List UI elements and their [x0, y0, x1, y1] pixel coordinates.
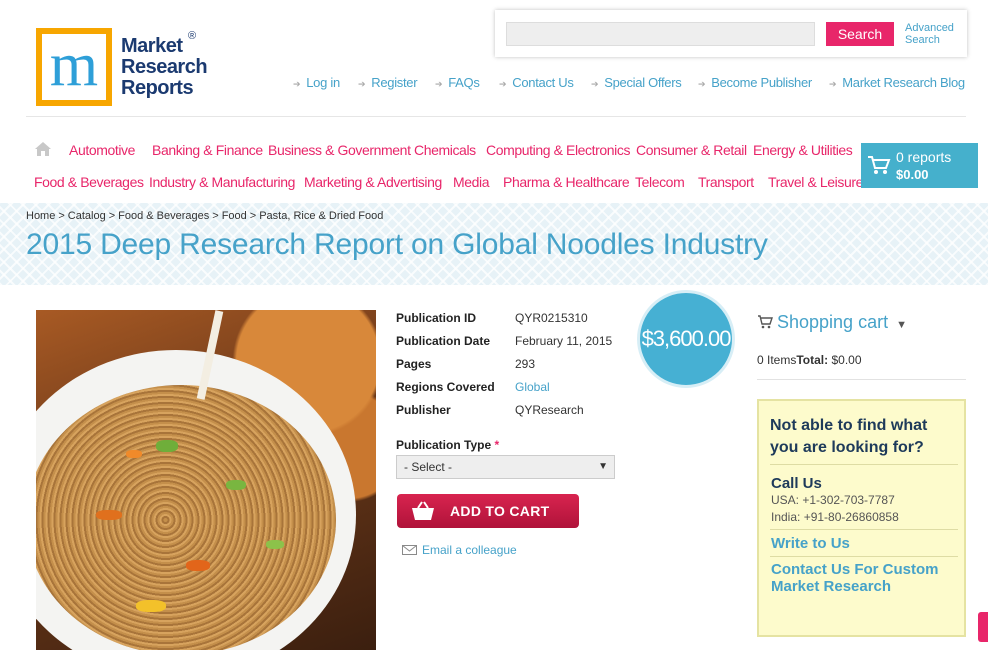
usa-phone: USA: +1-302-703-7787: [771, 493, 895, 507]
search-button[interactable]: Search: [826, 22, 894, 46]
dropdown-arrow-icon: ▼: [598, 461, 608, 472]
cart-total: $0.00: [896, 167, 929, 182]
registered-mark: ®: [188, 30, 197, 42]
divider: [770, 464, 958, 465]
price-badge: $3,600.00: [637, 290, 735, 388]
arrow-icon: ➔: [293, 79, 301, 89]
search-panel: Search Advanced Search: [495, 10, 967, 57]
help-question: Not able to find what you are looking fo…: [770, 417, 928, 456]
help-box: Not able to find what you are looking fo…: [757, 399, 966, 637]
breadcrumb: Home > Catalog > Food & Beverages > Food > Pasta…: [26, 210, 386, 222]
top-nav: ➔ Log in ➔ Register ➔ FAQs ➔ Contact Us ➔ Spe…: [0, 75, 988, 91]
shopping-cart-heading[interactable]: Shopping cart ▼: [757, 312, 907, 333]
pages-value: 293: [515, 357, 536, 371]
chevron-down-icon[interactable]: ▼: [896, 319, 907, 331]
breadcrumb-catalog[interactable]: Catalog: [68, 210, 106, 222]
envelope-icon: [402, 545, 417, 555]
divider: [770, 529, 958, 530]
arrow-icon: ➔: [698, 79, 706, 89]
category-pharma-healthcare[interactable]: Pharma & Healthcare: [503, 174, 630, 190]
india-phone: India: +91-80-26860858: [771, 510, 899, 524]
register-link[interactable]: ➔ Register: [358, 75, 418, 90]
blog-link[interactable]: ➔ Market Research Blog: [829, 75, 965, 90]
category-chemicals[interactable]: Chemicals: [414, 142, 476, 158]
email-colleague-link[interactable]: Email a colleague: [402, 543, 517, 557]
publication-id-label: Publication ID: [396, 311, 477, 325]
breadcrumb-separator: >: [249, 210, 257, 222]
page-title: 2015 Deep Research Report on Global Nood…: [26, 228, 768, 261]
shopping-cart-summary: 0 ItemsTotal: $0.00: [757, 353, 862, 367]
login-link[interactable]: ➔ Log in: [293, 75, 340, 90]
cart-icon: [758, 315, 773, 329]
special-offers-link[interactable]: ➔ Special Offers: [591, 75, 682, 90]
site-logo[interactable]: m Market Research Reports ®: [36, 28, 211, 108]
category-telecom[interactable]: Telecom: [635, 174, 685, 190]
regions-link[interactable]: Global: [515, 380, 550, 394]
arrow-icon: ➔: [435, 79, 443, 89]
add-to-cart-button[interactable]: ADD TO CART: [397, 494, 579, 528]
breadcrumb-pasta-rice[interactable]: Pasta, Rice & Dried Food: [259, 210, 383, 222]
arrow-icon: ➔: [829, 79, 837, 89]
custom-research-link[interactable]: Contact Us For Custom Market Research: [771, 561, 956, 595]
category-travel-leisure[interactable]: Travel & Leisure: [768, 174, 863, 190]
publication-type-label: Publication Type *: [396, 438, 500, 452]
home-icon[interactable]: [34, 141, 52, 157]
publication-date-label: Publication Date: [396, 334, 491, 348]
category-banking-finance[interactable]: Banking & Finance: [152, 142, 263, 158]
header-cart[interactable]: 0 reports $0.00: [861, 143, 978, 188]
logo-mark: m: [36, 28, 112, 106]
category-marketing-advertising[interactable]: Marketing & Advertising: [304, 174, 442, 190]
write-to-us-link[interactable]: Write to Us: [771, 535, 850, 552]
divider: [770, 556, 958, 557]
basket-icon: [412, 501, 434, 520]
category-transport[interactable]: Transport: [698, 174, 754, 190]
breadcrumb-separator: >: [108, 210, 116, 222]
cart-count: 0 reports: [896, 149, 952, 165]
category-business-government[interactable]: Business & Government: [268, 142, 411, 158]
publisher-value: QYResearch: [515, 403, 584, 417]
breadcrumb-home[interactable]: Home: [26, 210, 55, 222]
divider: [26, 116, 966, 117]
category-industry-manufacturing[interactable]: Industry & Manufacturing: [149, 174, 295, 190]
divider: [757, 379, 966, 380]
publication-date-value: February 11, 2015: [515, 334, 613, 348]
cart-icon: [868, 156, 891, 174]
advanced-search-link[interactable]: Advanced Search: [905, 22, 954, 46]
category-automotive[interactable]: Automotive: [69, 142, 135, 158]
regions-label: Regions Covered: [396, 380, 495, 394]
publication-id-value: QYR0215310: [515, 311, 588, 325]
category-food-beverages[interactable]: Food & Beverages: [34, 174, 144, 190]
breadcrumb-food-beverages[interactable]: Food & Beverages: [118, 210, 209, 222]
publication-type-select[interactable]: - Select - ▼: [396, 455, 615, 479]
feedback-tab[interactable]: [978, 612, 988, 642]
faqs-link[interactable]: ➔ FAQs: [435, 75, 480, 90]
contact-us-link[interactable]: ➔ Contact Us: [499, 75, 574, 90]
search-input[interactable]: [506, 22, 815, 46]
category-media[interactable]: Media: [453, 174, 490, 190]
category-energy-utilities[interactable]: Energy & Utilities: [753, 142, 853, 158]
arrow-icon: ➔: [591, 79, 599, 89]
breadcrumb-separator: >: [212, 210, 219, 222]
publisher-label: Publisher: [396, 403, 451, 417]
pages-label: Pages: [396, 357, 432, 371]
category-computing-electronics[interactable]: Computing & Electronics: [486, 142, 630, 158]
arrow-icon: ➔: [499, 79, 507, 89]
category-consumer-retail[interactable]: Consumer & Retail: [636, 142, 747, 158]
call-us-heading: Call Us: [771, 475, 822, 492]
product-image: [36, 310, 376, 650]
breadcrumb-food[interactable]: Food: [222, 210, 247, 222]
breadcrumb-separator: >: [58, 210, 65, 222]
arrow-icon: ➔: [358, 79, 366, 89]
become-publisher-link[interactable]: ➔ Become Publisher: [698, 75, 812, 90]
